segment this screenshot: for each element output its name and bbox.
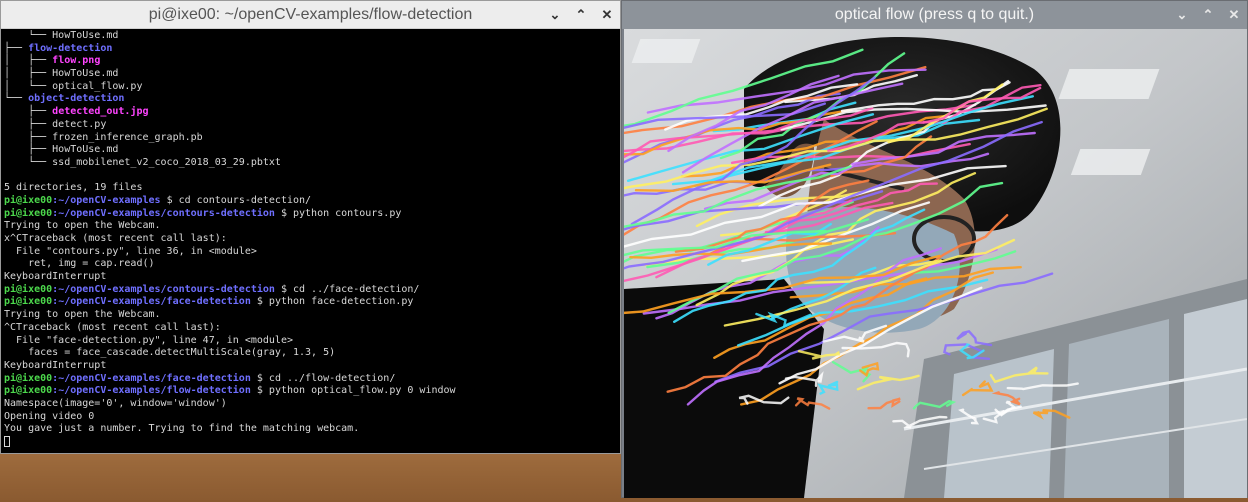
terminal-text: ├── detect.py (4, 118, 107, 130)
terminal-line: Trying to open the Webcam. (4, 309, 617, 322)
directory-name: object-detection (28, 93, 125, 105)
minimize-icon[interactable]: ⌄ (548, 7, 562, 22)
terminal-text: $ cd ../flow-detection/ (250, 372, 396, 384)
webcam-image (624, 29, 1247, 498)
terminal-text: ret, img = cap.read() (4, 258, 155, 270)
prompt-path: :~/openCV-examples/flow-detection (52, 385, 251, 397)
terminal-line: ├── detect.py (4, 119, 617, 132)
maximize-icon[interactable]: ⌃ (574, 7, 588, 22)
terminal-line: pi@ixe00:~/openCV-examples/contours-dete… (4, 284, 617, 297)
terminal-line: ├── flow-detection (4, 43, 617, 56)
terminal-line: ├── HowToUse.md (4, 144, 617, 157)
terminal-line: File "face-detection.py", line 47, in <m… (4, 335, 617, 348)
terminal-window-controls: ⌄ ⌃ ✕ (548, 1, 614, 29)
prompt-user: pi@ixe00 (4, 385, 53, 397)
terminal-text: $ python optical_flow.py 0 window (250, 385, 456, 397)
terminal-text: └── HowToUse.md (4, 30, 119, 41)
terminal-window[interactable]: pi@ixe00: ~/openCV-examples/flow-detecti… (0, 0, 621, 454)
terminal-line: 5 directories, 19 files (4, 182, 617, 195)
terminal-line: ├── detected_out.jpg (4, 106, 617, 119)
prompt-user: pi@ixe00 (4, 283, 53, 295)
terminal-text: ├── frozen_inference_graph.pb (4, 131, 203, 143)
terminal-line: pi@ixe00:~/openCV-examples/face-detectio… (4, 373, 617, 386)
terminal-text: You gave just a number. Trying to find t… (4, 423, 360, 435)
terminal-title: pi@ixe00: ~/openCV-examples/flow-detecti… (148, 5, 473, 23)
minimize-icon[interactable]: ⌄ (1175, 7, 1189, 22)
terminal-text: Namespace(image='0', window='window') (4, 397, 227, 409)
terminal-text: File "face-detection.py", line 47, in <m… (4, 334, 293, 346)
terminal-text: $ python contours.py (274, 207, 402, 219)
terminal-line: │ ├── flow.png (4, 55, 617, 68)
terminal-text: ├── (4, 106, 53, 118)
terminal-line: └── ssd_mobilenet_v2_coco_2018_03_29.pbt… (4, 157, 617, 170)
cursor-icon (4, 436, 10, 447)
terminal-text: ├── HowToUse.md (4, 144, 119, 156)
terminal-line: pi@ixe00:~/openCV-examples/contours-dete… (4, 208, 617, 221)
terminal-text: │ ├── HowToUse.md (4, 68, 119, 80)
terminal-line: Namespace(image='0', window='window') (4, 398, 617, 411)
terminal-text: 5 directories, 19 files (4, 182, 143, 194)
optical-flow-window[interactable]: optical flow (press q to quit.) ⌄ ⌃ ✕ (621, 0, 1248, 498)
terminal-line: You gave just a number. Trying to find t… (4, 423, 617, 436)
terminal-line: faces = face_cascade.detectMultiScale(gr… (4, 347, 617, 360)
terminal-text: Trying to open the Webcam. (4, 220, 161, 232)
terminal-line: └── HowToUse.md (4, 30, 617, 43)
terminal-line: Opening video 0 (4, 411, 617, 424)
terminal-text: ^CTraceback (most recent call last): (4, 321, 221, 333)
optical-flow-title: optical flow (press q to quit.) (834, 6, 1035, 23)
terminal-text: ├── (4, 42, 29, 54)
terminal-line: ├── frozen_inference_graph.pb (4, 132, 617, 145)
terminal-line: ^CTraceback (most recent call last): (4, 322, 617, 335)
terminal-text: Opening video 0 (4, 410, 95, 422)
terminal-text: x^CTraceback (most recent call last): (4, 233, 227, 244)
optical-flow-window-controls: ⌄ ⌃ ✕ (1175, 1, 1241, 29)
prompt-user: pi@ixe00 (4, 194, 53, 206)
terminal-text: $ cd contours-detection/ (160, 194, 312, 206)
terminal-line: ret, img = cap.read() (4, 258, 617, 271)
close-icon[interactable]: ✕ (1227, 7, 1241, 22)
terminal-line: KeyboardInterrupt (4, 360, 617, 373)
terminal-text: │ └── optical_flow.py (4, 80, 143, 92)
terminal-text: └── ssd_mobilenet_v2_coco_2018_03_29.pbt… (4, 156, 281, 168)
terminal-line: File "contours.py", line 36, in <module> (4, 246, 617, 259)
image-file-name: flow.png (52, 55, 101, 67)
terminal-text: faces = face_cascade.detectMultiScale(gr… (4, 347, 336, 359)
prompt-path: :~/openCV-examples/face-detection (52, 296, 251, 308)
terminal-line: pi@ixe00:~/openCV-examples/face-detectio… (4, 296, 617, 309)
prompt-user: pi@ixe00 (4, 372, 53, 384)
terminal-line: └── object-detection (4, 93, 617, 106)
terminal-text: KeyboardInterrupt (4, 271, 107, 283)
optical-flow-titlebar[interactable]: optical flow (press q to quit.) ⌄ ⌃ ✕ (622, 1, 1247, 29)
prompt-path: :~/openCV-examples/face-detection (52, 372, 251, 384)
video-frame (624, 29, 1247, 498)
terminal-text: │ ├── (4, 55, 53, 67)
terminal-text: $ python face-detection.py (250, 296, 414, 308)
terminal-line: pi@ixe00:~/openCV-examples $ cd contours… (4, 195, 617, 208)
directory-name: flow-detection (28, 42, 113, 54)
terminal-cursor-line (4, 436, 617, 449)
terminal-line: │ └── optical_flow.py (4, 81, 617, 94)
terminal-text: KeyboardInterrupt (4, 359, 107, 371)
terminal-line: Trying to open the Webcam. (4, 220, 617, 233)
terminal-text: File "contours.py", line 36, in <module> (4, 245, 257, 257)
terminal-line: KeyboardInterrupt (4, 271, 617, 284)
prompt-path: :~/openCV-examples/contours-detection (52, 283, 275, 295)
prompt-user: pi@ixe00 (4, 207, 53, 219)
terminal-text: $ cd ../face-detection/ (274, 283, 420, 295)
prompt-user: pi@ixe00 (4, 296, 53, 308)
terminal-line: │ ├── HowToUse.md (4, 68, 617, 81)
terminal-output[interactable]: └── HowToUse.md ├── flow-detection │ ├── f… (4, 30, 617, 451)
prompt-path: :~/openCV-examples (52, 194, 161, 206)
terminal-line: pi@ixe00:~/openCV-examples/flow-detectio… (4, 385, 617, 398)
close-icon[interactable]: ✕ (600, 7, 614, 22)
terminal-text: └── (4, 93, 29, 105)
image-file-name: detected_out.jpg (52, 106, 149, 118)
maximize-icon[interactable]: ⌃ (1201, 7, 1215, 22)
terminal-titlebar[interactable]: pi@ixe00: ~/openCV-examples/flow-detecti… (1, 1, 620, 29)
terminal-text: Trying to open the Webcam. (4, 309, 161, 321)
terminal-line: x^CTraceback (most recent call last): (4, 233, 617, 246)
prompt-path: :~/openCV-examples/contours-detection (52, 207, 275, 219)
